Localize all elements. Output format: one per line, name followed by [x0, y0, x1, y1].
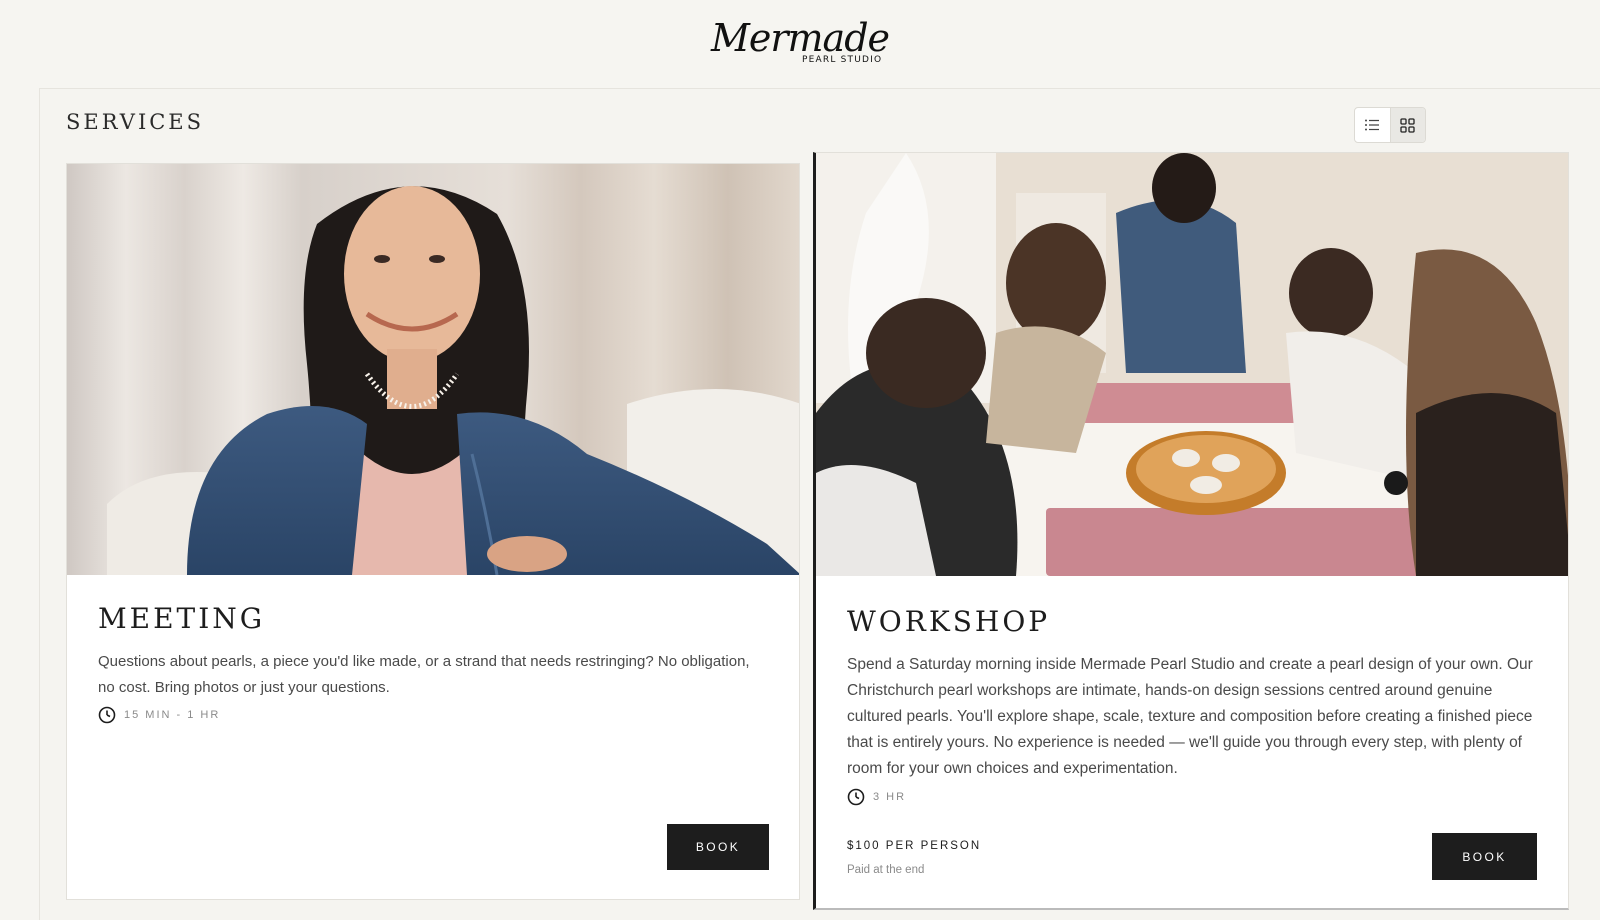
- book-button-meeting[interactable]: BOOK: [667, 824, 769, 870]
- duration-text: 3 HR: [873, 791, 907, 803]
- service-price: $100 PER PERSON: [847, 840, 982, 852]
- service-description: Questions about pearls, a piece you'd li…: [98, 653, 750, 696]
- card-content: MEETING Questions about pearls, a piece …: [98, 602, 768, 724]
- service-duration: 3 HR: [847, 788, 1537, 806]
- service-photo-workshop: [816, 153, 1568, 576]
- duration-text: 15 MIN - 1 HR: [124, 709, 221, 721]
- service-title: MEETING: [98, 602, 266, 635]
- list-icon: [1365, 119, 1380, 131]
- book-button-workshop[interactable]: BOOK: [1432, 833, 1537, 880]
- brand-logo[interactable]: Mermade PEARL STUDIO: [0, 18, 1600, 70]
- clock-icon: [98, 706, 116, 724]
- logo-wordmark: Mermade: [710, 16, 890, 60]
- workshop-image: [816, 153, 1568, 576]
- service-title: WORKSHOP: [847, 605, 1051, 638]
- clock-icon: [847, 788, 865, 806]
- card-content: WORKSHOP Spend a Saturday morning inside…: [847, 605, 1537, 806]
- page-title: SERVICES: [66, 110, 205, 134]
- logo-subtitle: PEARL STUDIO: [802, 55, 883, 65]
- price-note: Paid at the end: [847, 864, 925, 876]
- service-duration: 15 MIN - 1 HR: [98, 706, 768, 724]
- grid-view-button[interactable]: [1389, 108, 1425, 142]
- view-toggle: [1354, 107, 1426, 143]
- service-card-meeting[interactable]: MEETING Questions about pearls, a piece …: [66, 163, 800, 900]
- grid-icon: [1400, 117, 1415, 133]
- portrait-image: [67, 164, 799, 575]
- service-description: Spend a Saturday morning inside Mermade …: [847, 656, 1533, 777]
- service-card-workshop[interactable]: WORKSHOP Spend a Saturday morning inside…: [813, 152, 1569, 910]
- service-photo-meeting: [67, 164, 799, 575]
- list-view-button[interactable]: [1355, 108, 1390, 142]
